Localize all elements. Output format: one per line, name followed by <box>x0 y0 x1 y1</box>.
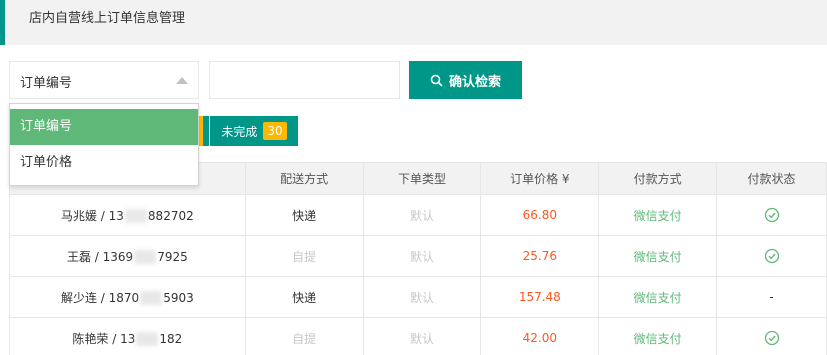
check-circle-icon <box>764 248 779 264</box>
shipping-cell: 自提 <box>244 235 364 277</box>
status-filter-incomplete-label: 未完成 <box>221 124 258 139</box>
shipping-cell: 快递 <box>244 276 364 318</box>
check-circle-icon <box>764 330 779 346</box>
redacted-digits <box>140 291 163 305</box>
confirm-search-label: 确认检索 <box>448 74 501 90</box>
customer-phone-suffix: 5903 <box>163 290 194 305</box>
payment-method-cell: 微信支付 <box>598 317 718 355</box>
customer-phone-suffix: 182 <box>159 331 183 346</box>
customer-cell: 陈艳荣 / 13 182 <box>9 317 246 355</box>
redacted-digits <box>134 250 157 264</box>
payment-status-cell: - <box>716 276 827 318</box>
shipping-cell: 自提 <box>244 317 364 355</box>
table-row[interactable]: 解少连 / 1870 5903 快递 默认 157.48 微信支付 - <box>9 276 827 318</box>
order-type-cell: 默认 <box>362 235 482 277</box>
search-field-select[interactable]: 订单编号 <box>9 61 199 99</box>
payment-status-cell <box>716 194 827 236</box>
customer-phone-suffix: 7925 <box>157 249 188 264</box>
page-title: 店内自营线上订单信息管理 <box>29 11 186 26</box>
customer-phone-suffix: 882702 <box>147 208 194 223</box>
table-row[interactable]: 王磊 / 1369 7925 自提 默认 25.76 微信支付 <box>9 235 827 277</box>
column-header-shipping[interactable]: 配送方式 <box>244 162 364 195</box>
payment-method-cell: 微信支付 <box>598 194 718 236</box>
price-cell: 42.00 <box>480 317 600 355</box>
shipping-cell: 快递 <box>244 194 364 236</box>
table-row[interactable]: 马兆媛 / 13 882702 快递 默认 66.80 微信支付 <box>9 194 827 236</box>
table-row[interactable]: 陈艳荣 / 13 182 自提 默认 42.00 微信支付 <box>9 317 827 355</box>
dropdown-option-order-price[interactable]: 订单价格 <box>10 145 198 181</box>
order-type-cell: 默认 <box>362 276 482 318</box>
search-field-dropdown: 订单编号 订单价格 <box>9 103 199 186</box>
redacted-digits <box>124 209 147 223</box>
price-cell: 157.48 <box>480 276 600 318</box>
customer-name-phone: 王磊 / 1369 <box>66 249 134 264</box>
order-type-cell: 默认 <box>362 194 482 236</box>
column-header-payment-status[interactable]: 付款状态 <box>716 162 827 195</box>
customer-name-phone: 陈艳荣 / 13 <box>72 331 136 346</box>
column-header-payment-method[interactable]: 付款方式 <box>598 162 718 195</box>
customer-cell: 马兆媛 / 13 882702 <box>9 194 246 236</box>
check-circle-icon <box>764 207 779 223</box>
redacted-digits <box>136 332 159 346</box>
payment-status-cell <box>716 317 827 355</box>
price-cell: 25.76 <box>480 235 600 277</box>
page-header: 店内自营线上订单信息管理 <box>0 0 827 45</box>
dropdown-option-order-number[interactable]: 订单编号 <box>10 109 198 145</box>
price-cell: 66.80 <box>480 194 600 236</box>
confirm-search-button[interactable]: 确认检索 <box>409 61 522 99</box>
customer-cell: 解少连 / 1870 5903 <box>9 276 246 318</box>
column-header-price[interactable]: 订单价格 ¥ <box>480 162 600 195</box>
caret-up-icon <box>176 77 188 84</box>
payment-status-cell <box>716 235 827 277</box>
customer-cell: 王磊 / 1369 7925 <box>9 235 246 277</box>
customer-name-phone: 解少连 / 1870 <box>60 290 140 305</box>
status-filter-count-badge: 30 <box>263 122 287 140</box>
column-header-order-type[interactable]: 下单类型 <box>362 162 482 195</box>
order-type-cell: 默认 <box>362 317 482 355</box>
search-field-selected-value: 订单编号 <box>20 76 73 91</box>
status-filter-incomplete-button[interactable]: 未完成 30 <box>210 116 298 146</box>
orders-table: 配送方式 下单类型 订单价格 ¥ 付款方式 付款状态 马兆媛 / 13 88270… <box>9 162 827 355</box>
payment-method-cell: 微信支付 <box>598 276 718 318</box>
status-filter-previous-button-edge[interactable] <box>199 116 209 146</box>
search-input[interactable] <box>209 61 400 99</box>
search-icon <box>430 74 443 87</box>
payment-method-cell: 微信支付 <box>598 235 718 277</box>
status-filter-previous-badge-edge <box>199 116 203 146</box>
customer-name-phone: 马兆媛 / 13 <box>60 208 124 223</box>
